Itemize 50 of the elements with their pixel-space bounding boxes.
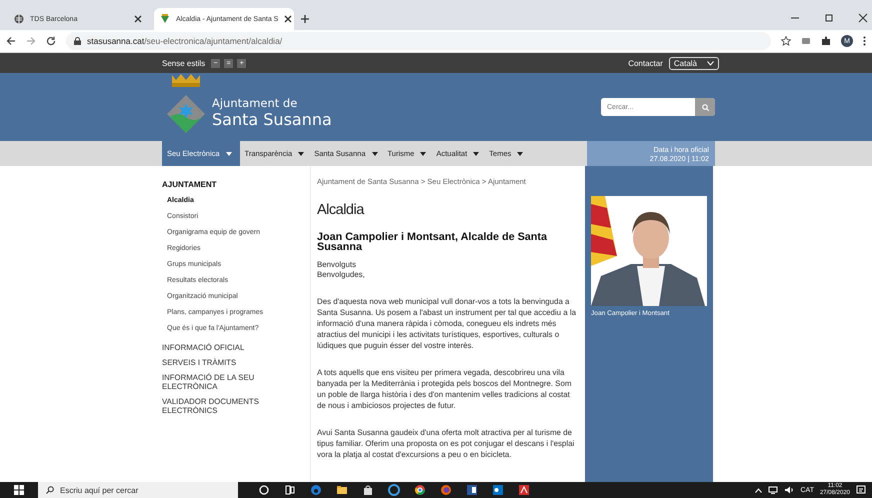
restore-icon[interactable] <box>824 13 834 23</box>
search-button[interactable] <box>695 98 715 116</box>
url-text: stasusanna.cat/seu-electronica/ajuntament/alcaldia/ <box>87 36 282 46</box>
network-icon[interactable] <box>768 486 778 494</box>
article-heading: Joan Campolier i Montsant, Alcalde de Santa Susanna <box>317 232 548 252</box>
caret-icon <box>226 152 232 156</box>
reload-icon[interactable] <box>46 36 56 46</box>
speaker-icon[interactable] <box>784 486 794 494</box>
folder-icon[interactable] <box>336 484 348 496</box>
menu-icon[interactable] <box>863 36 866 46</box>
close-icon[interactable] <box>858 13 868 23</box>
notification-icon[interactable] <box>856 485 866 495</box>
caret-icon <box>420 152 426 156</box>
windows-icon[interactable] <box>14 485 24 495</box>
caret-icon <box>517 152 524 156</box>
chevron-up-icon[interactable] <box>755 488 762 492</box>
plus-icon[interactable] <box>300 14 310 24</box>
close-icon[interactable] <box>134 15 142 23</box>
cortana-icon[interactable] <box>258 484 270 496</box>
language-select[interactable]: Català <box>668 56 719 70</box>
page-title: Alcaldia <box>317 202 366 218</box>
back-icon[interactable] <box>6 36 16 46</box>
logo-text: Ajuntament de <box>212 96 298 110</box>
close-icon[interactable] <box>284 15 292 23</box>
word-icon[interactable] <box>466 484 478 496</box>
task-view-icon[interactable] <box>284 484 296 496</box>
pdf-icon[interactable] <box>518 484 530 496</box>
chrome-icon[interactable] <box>414 484 426 496</box>
caret-icon <box>473 152 480 156</box>
store-icon[interactable] <box>362 484 374 496</box>
edge-icon[interactable] <box>310 484 322 496</box>
crest-icon <box>160 14 170 24</box>
contact-link[interactable]: Contactar <box>628 58 663 68</box>
address-field[interactable]: stasusanna.cat/seu-electronica/ajuntament/alcaldia/ <box>66 32 771 50</box>
caret-icon <box>298 152 304 156</box>
search-icon <box>702 104 708 110</box>
taskbar-search-field[interactable]: Escriu aquí per cercar <box>60 486 230 494</box>
search-icon <box>46 486 54 494</box>
lock-icon <box>74 37 81 45</box>
chevron-icon <box>707 60 714 66</box>
globe-icon <box>14 14 24 24</box>
firefox-icon[interactable] <box>440 484 452 496</box>
star-icon[interactable] <box>781 36 791 46</box>
styles-label[interactable]: Sense estils <box>162 58 206 68</box>
taskbar-search-box[interactable]: Escriu aquí per cercar <box>38 482 238 498</box>
caret-icon <box>372 152 378 156</box>
browser-icon[interactable] <box>388 484 400 496</box>
outlook-icon[interactable] <box>492 484 504 496</box>
sidebar-heading[interactable]: AJUNTAMENT <box>162 180 310 189</box>
logo-title: Santa Susanna <box>212 110 332 129</box>
